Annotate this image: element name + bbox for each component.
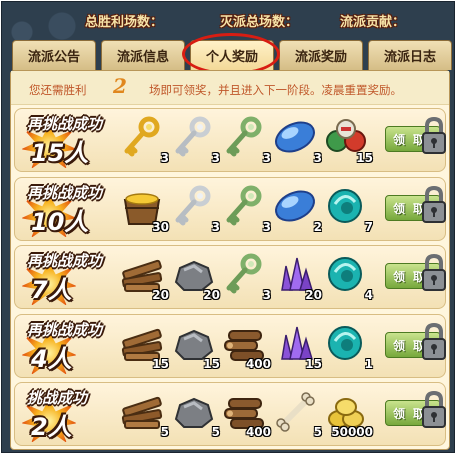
reward-item[interactable]: 20 — [272, 252, 324, 304]
reward-item[interactable]: 3 — [119, 115, 171, 167]
notice-prefix: 您还需胜利 — [29, 83, 87, 97]
tab-sect-rewards[interactable]: 流派奖励 — [279, 40, 363, 70]
tier-count: 7人 — [31, 276, 72, 304]
tab-personal-rewards[interactable]: 个人奖励 — [190, 40, 274, 70]
item-quantity: 3 — [160, 151, 169, 165]
reward-item[interactable]: 3 — [221, 115, 273, 167]
item-quantity: 1 — [364, 357, 373, 371]
reward-item[interactable]: 400 — [221, 389, 273, 441]
item-quantity: 30 — [152, 220, 169, 234]
item-quantity: 3 — [262, 288, 271, 302]
reward-row: 再挑战成功 7人 20 20 3 20 4 领取 — [14, 245, 446, 309]
tier-title: 再挑战成功 — [27, 184, 103, 202]
item-quantity: 2 — [313, 220, 322, 234]
tier-count: 10人 — [31, 208, 89, 236]
reward-item[interactable]: 50000 — [323, 389, 375, 441]
reward-item[interactable]: 3 — [272, 115, 324, 167]
tier-count: 15人 — [31, 139, 89, 167]
item-quantity: 400 — [245, 357, 271, 371]
tier-banner: 挑战成功 2人 — [17, 385, 117, 443]
tier-count: 2人 — [31, 413, 72, 441]
lock-icon — [421, 390, 447, 429]
item-quantity: 400 — [245, 425, 271, 439]
reward-item[interactable]: 1 — [323, 321, 375, 373]
reward-item[interactable]: 3 — [170, 115, 222, 167]
tier-banner: 再挑战成功 7人 — [17, 248, 117, 306]
item-quantity: 20 — [305, 288, 322, 302]
total-battles-label: 灭派总场数： — [220, 15, 299, 30]
item-quantity: 5 — [160, 425, 169, 439]
tab-log[interactable]: 流派日志 — [368, 40, 452, 70]
reward-item[interactable]: 3 — [221, 252, 273, 304]
item-quantity: 5 — [313, 425, 322, 439]
lock-icon — [421, 253, 447, 292]
tier-banner: 再挑战成功 4人 — [17, 317, 117, 375]
item-quantity: 3 — [313, 151, 322, 165]
wins-label: 总胜利场数： — [85, 15, 164, 30]
item-quantity: 20 — [203, 288, 220, 302]
item-quantity: 7 — [364, 220, 373, 234]
reward-row: 再挑战成功 4人 15 15 400 15 1 领取 — [14, 314, 446, 378]
tier-banner: 再挑战成功 10人 — [17, 180, 117, 238]
lock-icon — [421, 322, 447, 361]
item-quantity: 15 — [305, 357, 322, 371]
item-quantity: 3 — [262, 220, 271, 234]
lock-icon — [421, 185, 447, 224]
reward-item[interactable]: 5 — [170, 389, 222, 441]
tab-bar: 流派公告 流派信息 个人奖励 流派奖励 流派日志 — [12, 40, 454, 70]
tab-info[interactable]: 流派信息 — [101, 40, 185, 70]
reward-item[interactable]: 2 — [272, 184, 324, 236]
item-quantity: 3 — [262, 151, 271, 165]
reward-item[interactable]: 15 — [323, 115, 375, 167]
item-quantity: 15 — [152, 357, 169, 371]
lock-icon — [421, 116, 447, 155]
item-quantity: 3 — [211, 220, 220, 234]
reward-item[interactable]: 15 — [170, 321, 222, 373]
item-quantity: 50000 — [331, 425, 373, 439]
reward-item[interactable]: 4 — [323, 252, 375, 304]
reward-item[interactable]: 3 — [170, 184, 222, 236]
reward-row: 挑战成功 2人 5 5 400 5 50000 领取 — [14, 382, 446, 446]
contribution-label: 流派贡献： — [340, 15, 406, 30]
reward-row: 再挑战成功 10人 30 3 3 2 7 领取 — [14, 177, 446, 241]
tab-announcement[interactable]: 流派公告 — [12, 40, 96, 70]
reward-item[interactable]: 7 — [323, 184, 375, 236]
reward-item[interactable]: 30 — [119, 184, 171, 236]
item-quantity: 3 — [211, 151, 220, 165]
reward-item[interactable]: 15 — [272, 321, 324, 373]
item-quantity: 4 — [364, 288, 373, 302]
notice-count: 2 — [113, 74, 127, 98]
tier-title: 再挑战成功 — [27, 321, 103, 339]
tier-title: 再挑战成功 — [27, 252, 103, 270]
item-quantity: 15 — [356, 151, 373, 165]
tier-count: 4人 — [31, 345, 72, 373]
reward-item[interactable]: 20 — [119, 252, 171, 304]
reward-item[interactable]: 400 — [221, 321, 273, 373]
tier-title: 挑战成功 — [27, 389, 88, 407]
item-quantity: 15 — [203, 357, 220, 371]
notice-bar: 您还需胜利 2 场即可领奖，并且进入下一阶段。凌晨重置奖励。 — [11, 71, 449, 105]
reward-item[interactable]: 3 — [221, 184, 273, 236]
reward-row: 再挑战成功 15人 3 3 3 3 15 领取 — [14, 108, 446, 172]
item-quantity: 20 — [152, 288, 169, 302]
game-window: 总胜利场数： 灭派总场数： 流派贡献： 流派公告 流派信息 个人奖励 流派奖励 … — [1, 1, 455, 453]
stats-bar: 总胜利场数： 灭派总场数： 流派贡献： — [2, 2, 454, 36]
reward-item[interactable]: 15 — [119, 321, 171, 373]
reward-item[interactable]: 5 — [119, 389, 171, 441]
reward-item[interactable]: 20 — [170, 252, 222, 304]
tier-title: 再挑战成功 — [27, 115, 103, 133]
rewards-panel: 您还需胜利 2 场即可领奖，并且进入下一阶段。凌晨重置奖励。 再挑战成功 15人 3… — [10, 70, 450, 450]
tier-banner: 再挑战成功 15人 — [17, 111, 117, 169]
notice-suffix: 场即可领奖，并且进入下一阶段。凌晨重置奖励。 — [149, 83, 402, 97]
item-quantity: 5 — [211, 425, 220, 439]
reward-item[interactable]: 5 — [272, 389, 324, 441]
